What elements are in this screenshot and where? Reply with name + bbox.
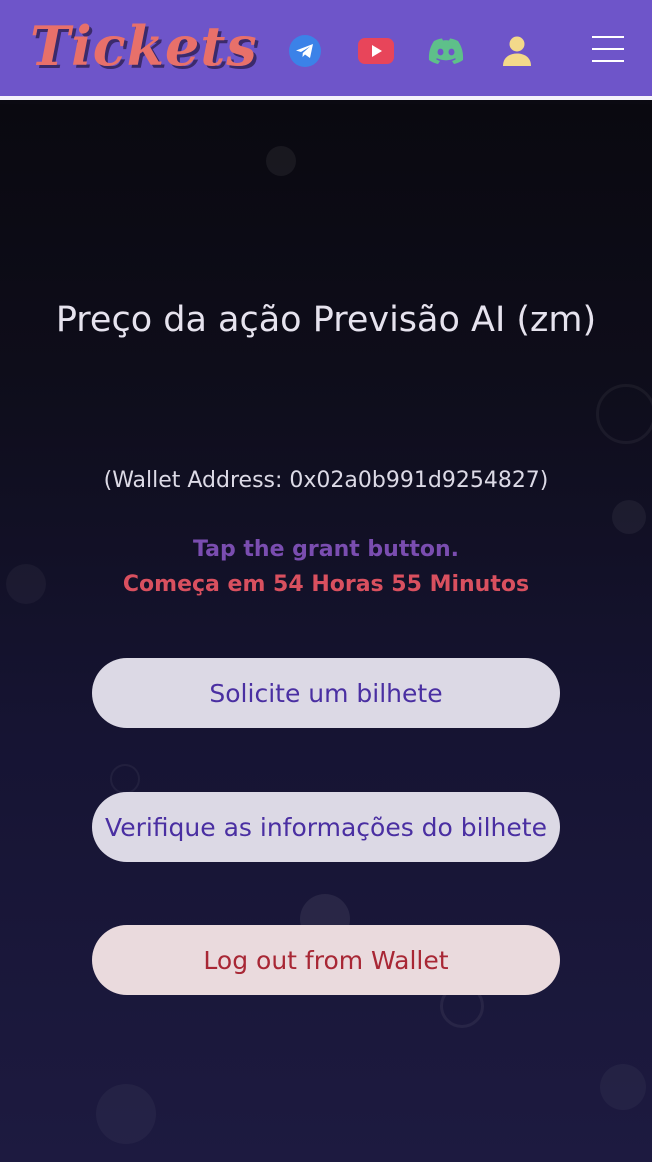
background-bokeh <box>600 1064 646 1110</box>
background-bokeh <box>596 384 652 444</box>
background-bokeh <box>612 500 646 534</box>
grant-instruction: Tap the grant button. <box>192 537 460 562</box>
countdown-text: Começa em 54 Horas 55 Minutos <box>122 572 530 597</box>
verify-ticket-info-button[interactable]: Verifique as informações do bilhete <box>92 792 560 862</box>
background-bokeh <box>110 764 140 794</box>
main-content: Preço da ação Previsão AI (zm) (Wallet A… <box>0 104 652 1162</box>
background-bokeh <box>96 1084 156 1144</box>
background-bokeh <box>266 146 296 176</box>
telegram-icon[interactable] <box>288 34 322 68</box>
top-navbar: Tickets <box>0 0 652 100</box>
logo[interactable]: Tickets <box>30 14 258 78</box>
request-ticket-button[interactable]: Solicite um bilhete <box>92 658 560 728</box>
youtube-icon[interactable] <box>358 34 394 68</box>
menu-icon[interactable] <box>592 36 624 62</box>
page-title: Preço da ação Previsão AI (zm) <box>55 300 597 340</box>
logout-wallet-button[interactable]: Log out from Wallet <box>92 925 560 995</box>
user-icon[interactable] <box>500 34 534 68</box>
wallet-address: (Wallet Address: 0x02a0b991d9254827) <box>103 468 549 493</box>
discord-icon[interactable] <box>428 34 464 68</box>
